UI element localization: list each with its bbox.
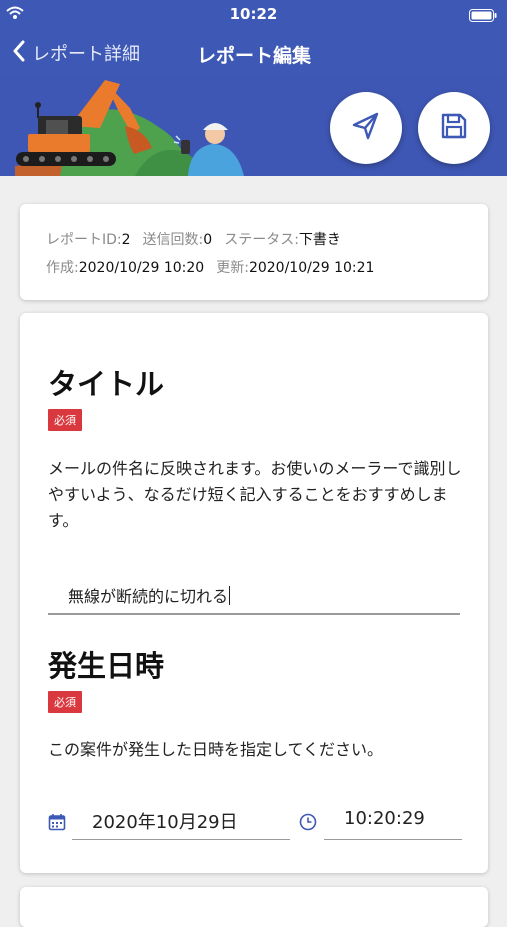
back-label: レポート詳細 [32, 44, 140, 65]
title-required-badge: 必須 [48, 409, 82, 431]
time-value: 10:20:29 [344, 808, 425, 829]
datetime-help-text: この案件が発生した日時を指定してください。 [48, 740, 384, 759]
send-count-value: 0 [203, 232, 213, 248]
status-label: ステータス: [224, 232, 299, 248]
meta-row-1: レポートID:2 送信回数:0 ステータス:下書き [46, 229, 353, 249]
send-button[interactable] [330, 92, 402, 164]
title-help-text: メールの件名に反映されます。お使いのメーラーで識別しやすいよう、なるだけ短く記入… [48, 459, 462, 530]
clock-icon [299, 813, 317, 835]
date-value: 2020年10月29日 [92, 812, 238, 833]
title-section-heading: タイトル [48, 367, 165, 401]
status-value: 下書き [298, 232, 341, 248]
calendar-icon [48, 813, 66, 835]
chevron-left-icon [12, 40, 26, 66]
created-value: 2020/10/29 10:20 [78, 260, 205, 276]
nav-bar: レポート詳細 レポート編集 [0, 28, 507, 78]
battery-icon [469, 7, 497, 26]
header-banner [0, 78, 507, 176]
page-title: レポート編集 [197, 45, 312, 67]
back-button[interactable]: レポート詳細 [12, 40, 140, 66]
updated-value: 2020/10/29 10:21 [248, 260, 375, 276]
send-icon [350, 110, 382, 146]
report-id-value: 2 [121, 232, 131, 248]
next-section-card [20, 887, 488, 927]
datetime-section-heading: 発生日時 [48, 649, 165, 683]
time-picker-field[interactable]: 10:20:29 [324, 801, 462, 840]
updated-label: 更新: [216, 260, 249, 276]
date-picker-field[interactable]: 2020年10月29日 [72, 801, 290, 840]
datetime-required-badge: 必須 [48, 691, 82, 713]
status-time: 10:22 [229, 5, 278, 23]
send-count-label: 送信回数: [142, 232, 204, 248]
created-label: 作成: [46, 260, 79, 276]
title-input[interactable]: 無線が断続的に切れる [48, 573, 460, 615]
floppy-disk-icon [439, 111, 469, 145]
save-button[interactable] [418, 92, 490, 164]
report-meta-card: レポートID:2 送信回数:0 ステータス:下書き 作成:2020/10/29 10… [20, 204, 488, 300]
report-form-card: タイトル 必須 メールの件名に反映されます。お使いのメーラーで識別しやすいよう、… [20, 313, 488, 873]
title-input-value: 無線が断続的に切れる [68, 586, 231, 606]
report-id-label: レポートID: [46, 232, 122, 248]
status-bar: 10:22 [0, 0, 507, 28]
meta-row-2: 作成:2020/10/29 10:20 更新:2020/10/29 10:21 [46, 257, 386, 277]
